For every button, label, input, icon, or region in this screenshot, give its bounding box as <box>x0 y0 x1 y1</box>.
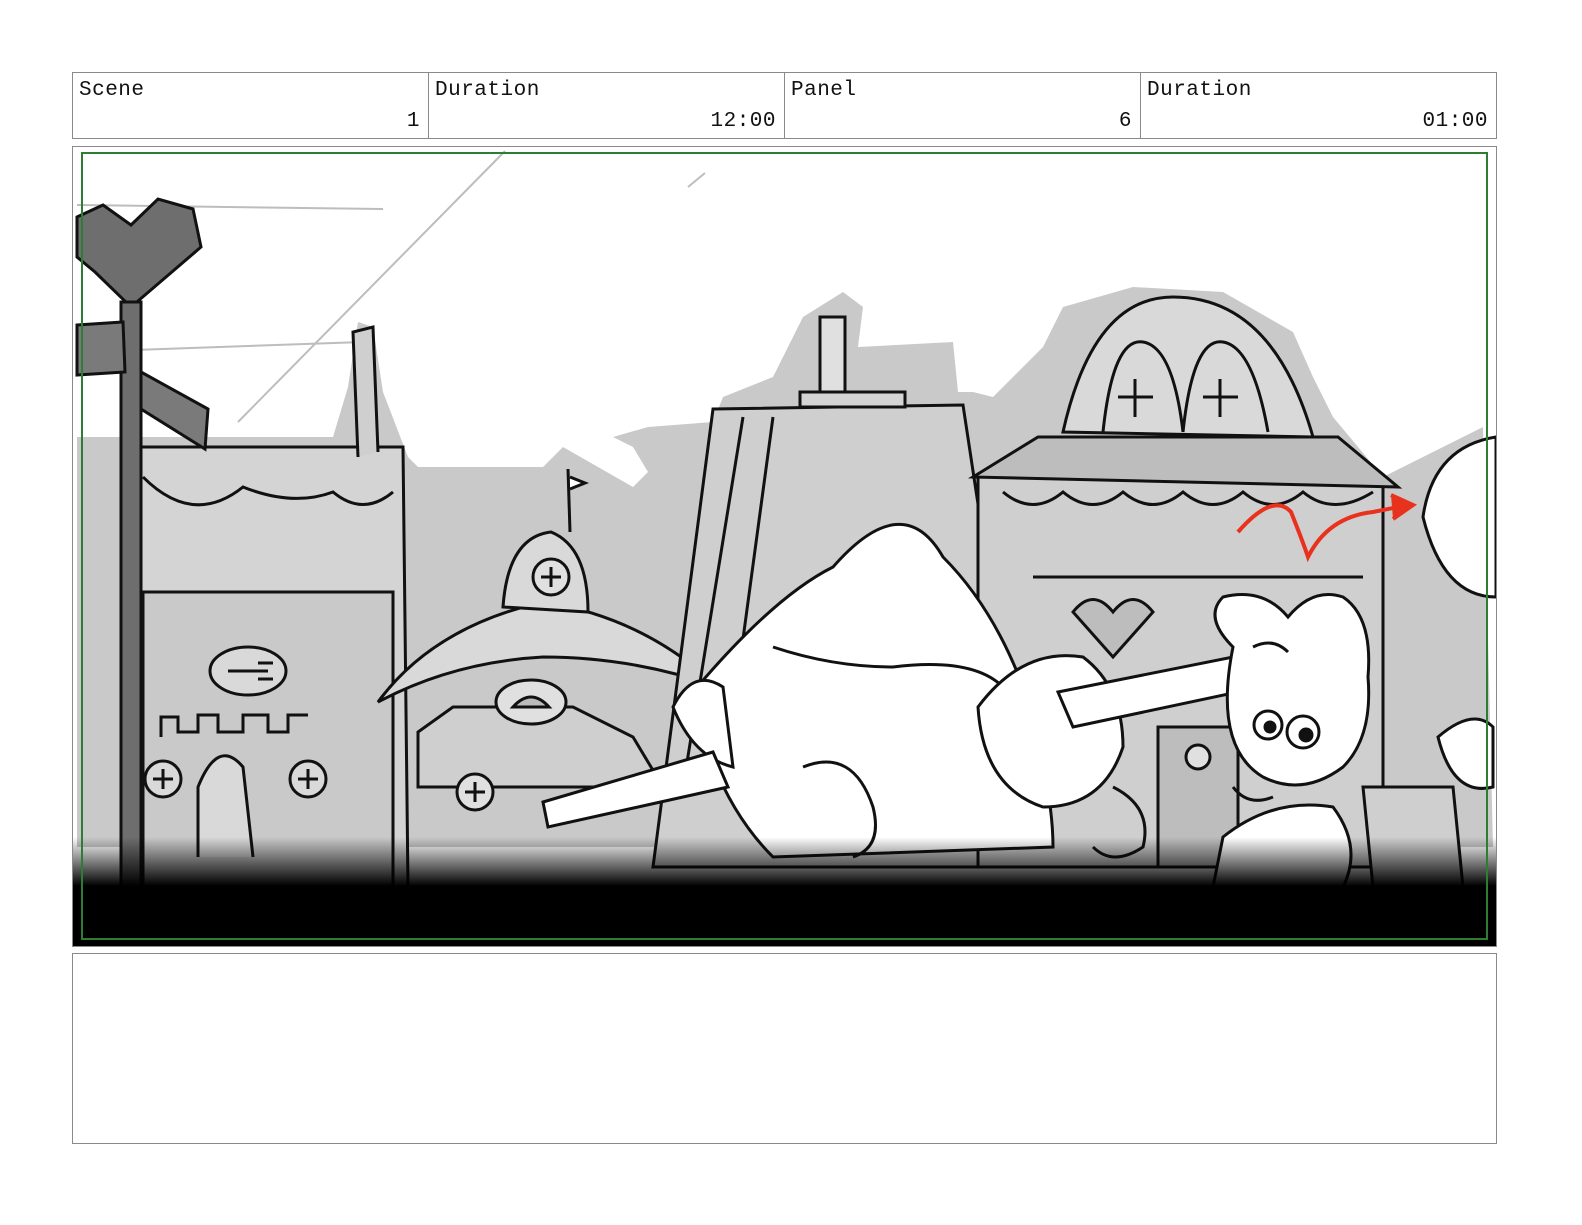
panel-duration-label: Duration <box>1147 79 1252 102</box>
panel-notes <box>72 953 1497 1144</box>
panel-label: Panel <box>791 79 857 102</box>
storyboard-panel-image <box>72 146 1497 947</box>
panel-duration-value: 01:00 <box>1422 110 1488 133</box>
scene-cell: Scene 1 <box>73 73 429 138</box>
panel-cell: Panel 6 <box>785 73 1141 138</box>
scene-number: 1 <box>406 110 420 133</box>
scene-label: Scene <box>79 79 145 102</box>
panel-number: 6 <box>1118 110 1132 133</box>
panel-duration-cell: Duration 01:00 <box>1141 73 1496 138</box>
scene-duration-cell: Duration 12:00 <box>429 73 785 138</box>
sketch-illustration <box>73 147 1496 946</box>
scene-duration-value: 12:00 <box>710 110 776 133</box>
ground-shadow <box>73 837 1496 946</box>
panel-header: Scene 1 Duration 12:00 Panel 6 Duration … <box>72 72 1497 139</box>
scene-duration-label: Duration <box>435 79 540 102</box>
